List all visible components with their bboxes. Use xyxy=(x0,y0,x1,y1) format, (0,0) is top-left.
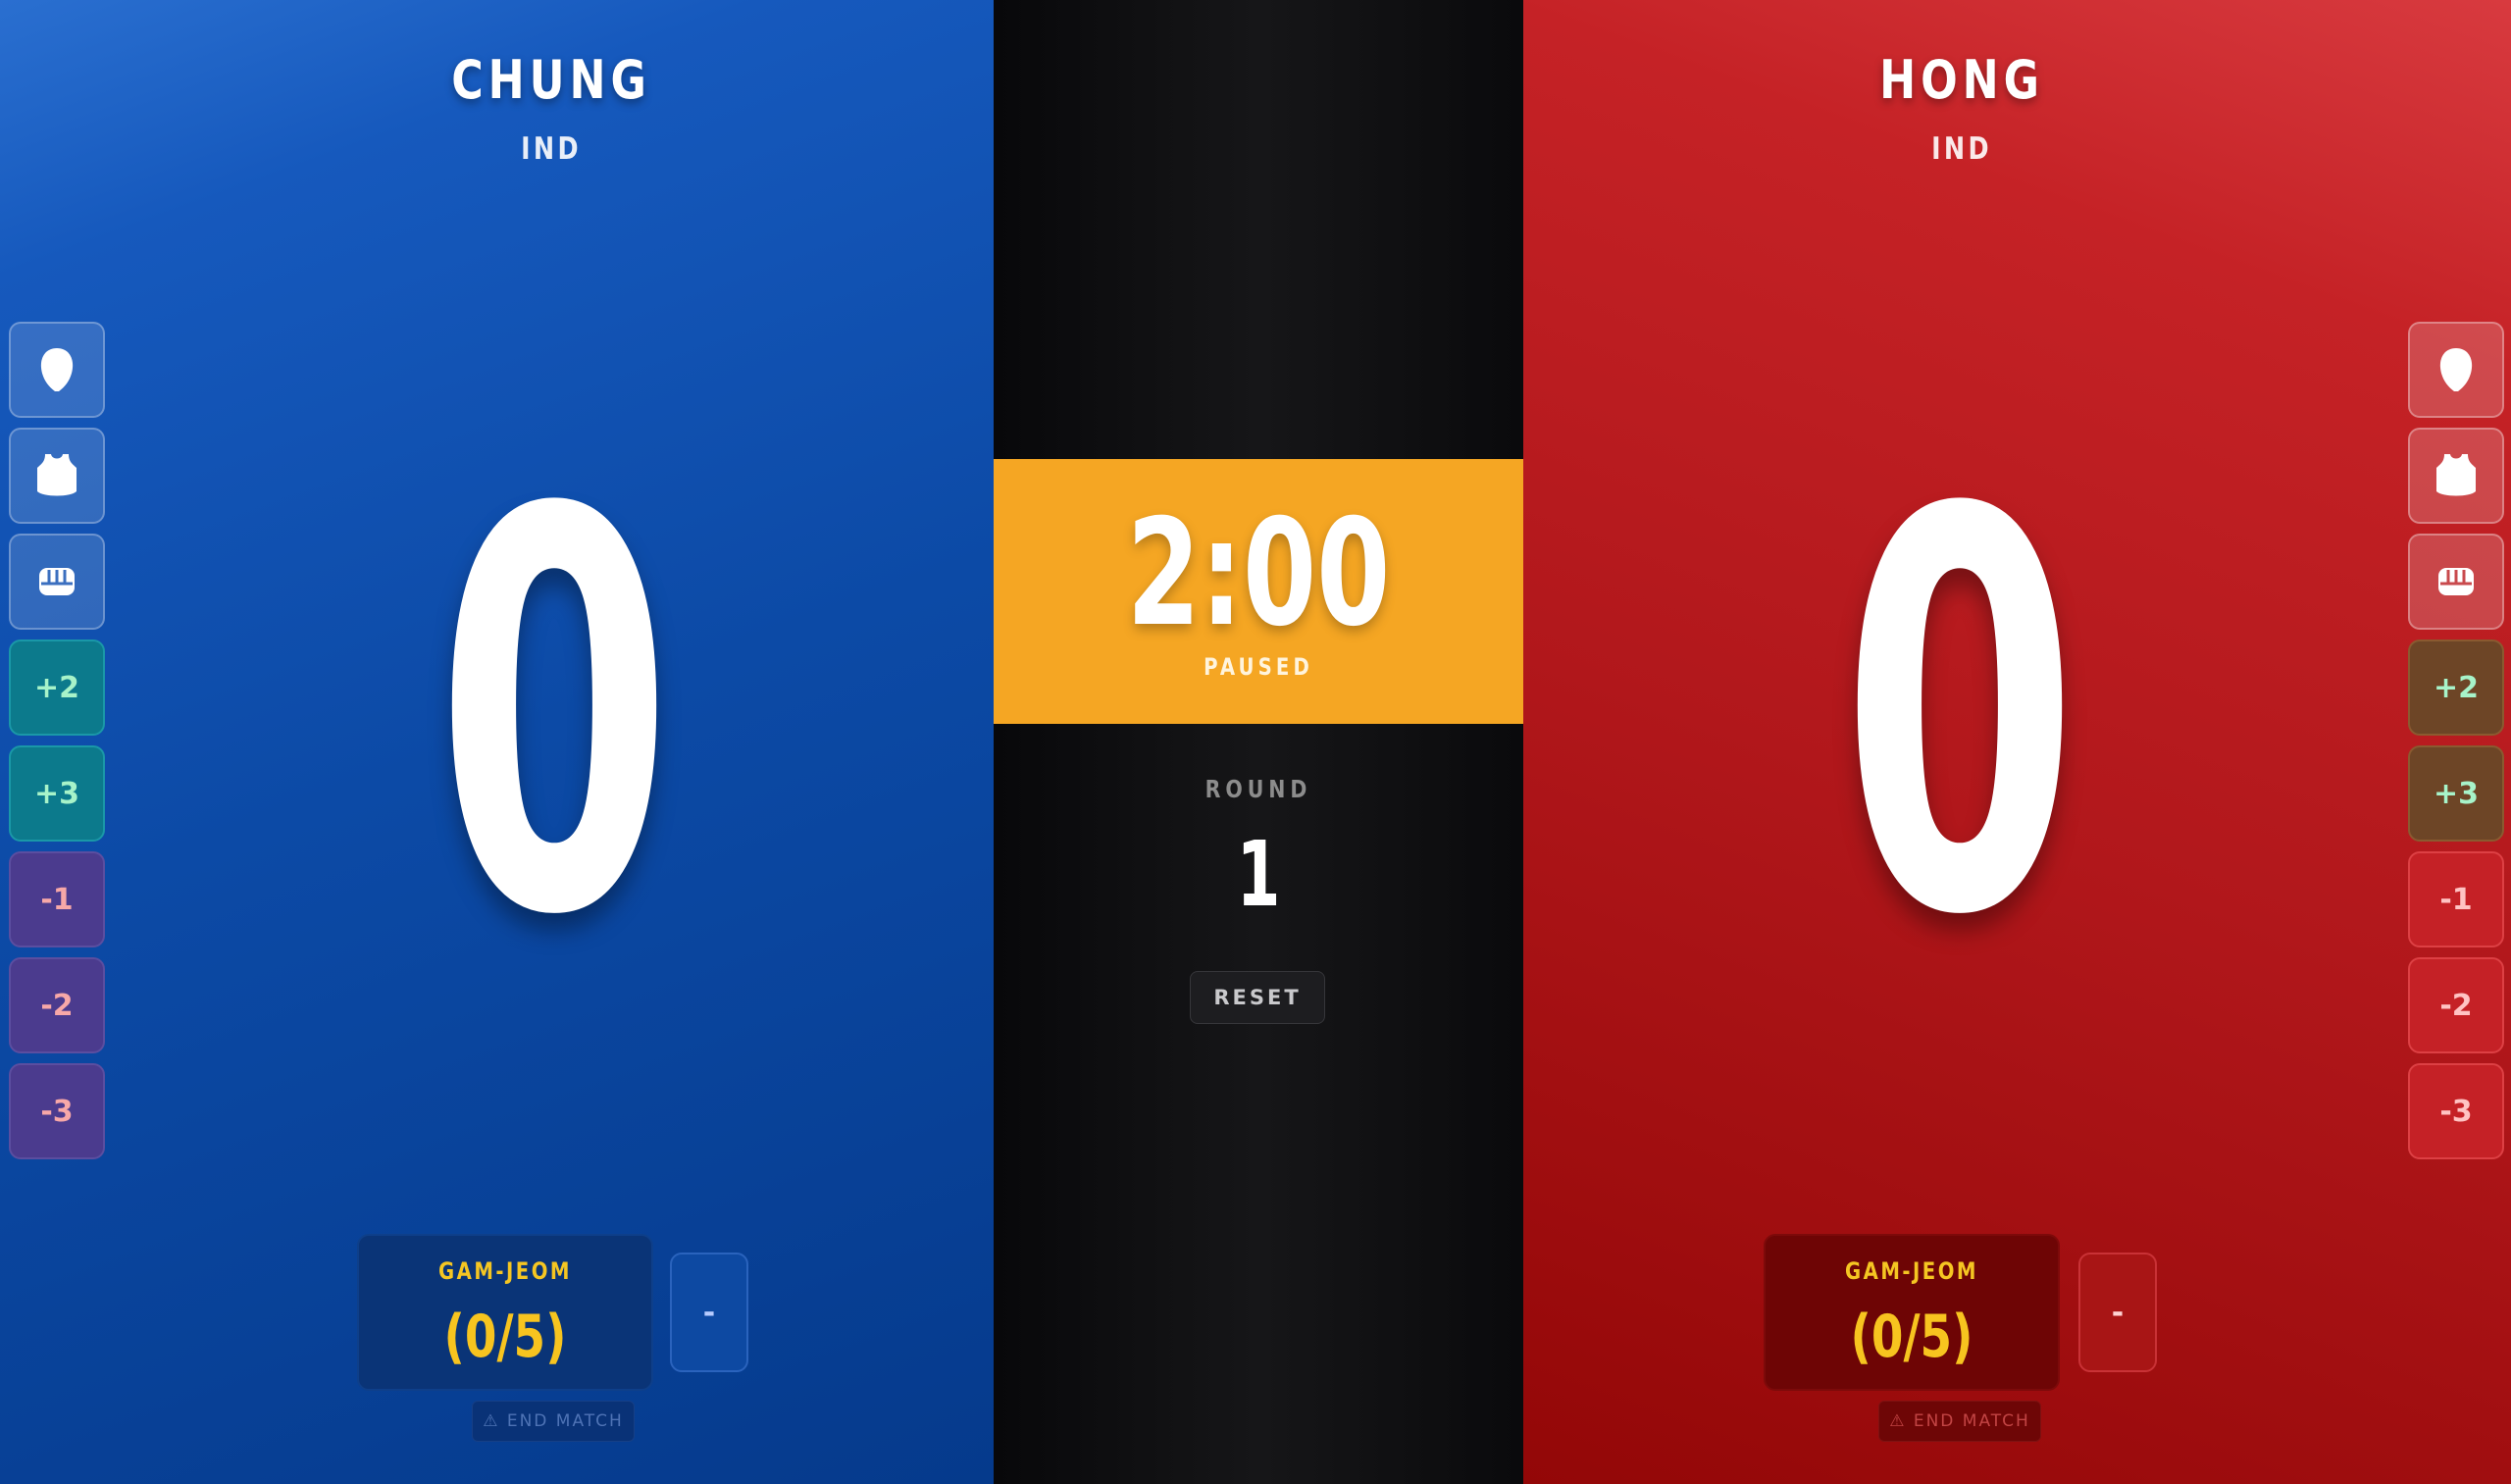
red-minus-2-button[interactable]: -2 xyxy=(2408,957,2504,1053)
red-score: 0 xyxy=(1841,396,2078,1036)
blue-head-kick-button[interactable] xyxy=(9,322,105,418)
punch-icon xyxy=(39,568,75,595)
blue-plus-2-button[interactable]: +2 xyxy=(9,640,105,736)
red-gamjeom-minus-button[interactable]: - xyxy=(2078,1253,2157,1372)
red-plus-2-button[interactable]: +2 xyxy=(2408,640,2504,736)
reset-button[interactable]: RESET xyxy=(1190,971,1325,1024)
red-end-match-button[interactable]: ⚠ END MATCH xyxy=(1878,1401,2041,1442)
red-corner-panel: HONG IND 0 +2 +3 -1 -2 -3 GAM-JEOM (0/5)… xyxy=(1523,0,2511,1484)
red-gamjeom-count: (0/5) xyxy=(1850,1303,1973,1371)
blue-gamjeom-count: (0/5) xyxy=(443,1303,567,1371)
red-plus-3-button[interactable]: +3 xyxy=(2408,745,2504,842)
red-body-kick-button[interactable] xyxy=(2408,428,2504,524)
body-protector-icon xyxy=(37,454,77,496)
blue-gamjeom-label: GAM-JEOM xyxy=(438,1257,572,1285)
blue-gamjeom-minus-button[interactable]: - xyxy=(670,1253,748,1372)
punch-icon xyxy=(2438,568,2474,595)
blue-minus-2-button[interactable]: -2 xyxy=(9,957,105,1053)
blue-technique-buttons: +2 +3 -1 -2 -3 xyxy=(9,322,107,1169)
blue-punch-button[interactable] xyxy=(9,534,105,630)
red-minus-3-button[interactable]: -3 xyxy=(2408,1063,2504,1159)
blue-minus-1-button[interactable]: -1 xyxy=(9,851,105,947)
red-minus-1-button[interactable]: -1 xyxy=(2408,851,2504,947)
head-icon xyxy=(2439,348,2473,391)
round-number: 1 xyxy=(1236,822,1281,927)
red-player-name: HONG xyxy=(1879,49,2044,111)
blue-score: 0 xyxy=(436,396,673,1036)
blue-end-match-button[interactable]: ⚠ END MATCH xyxy=(472,1401,635,1442)
blue-player-name: CHUNG xyxy=(451,49,651,111)
timer-display: 2:00 xyxy=(1126,488,1391,659)
red-punch-button[interactable] xyxy=(2408,534,2504,630)
head-icon xyxy=(40,348,74,391)
body-protector-icon xyxy=(2436,454,2476,496)
match-timer[interactable]: 2:00 PAUSED xyxy=(994,459,1523,724)
red-gamjeom-label: GAM-JEOM xyxy=(1845,1257,1978,1285)
red-player-country: IND xyxy=(1931,131,1992,167)
blue-gamjeom-button[interactable]: GAM-JEOM (0/5) xyxy=(357,1234,653,1391)
red-gamjeom-button[interactable]: GAM-JEOM (0/5) xyxy=(1764,1234,2060,1391)
blue-body-kick-button[interactable] xyxy=(9,428,105,524)
timer-status: PAUSED xyxy=(1204,653,1313,681)
blue-corner-panel: CHUNG IND +2 +3 -1 -2 -3 0 GAM-JEOM (0/5… xyxy=(0,0,994,1484)
red-technique-buttons: +2 +3 -1 -2 -3 xyxy=(2408,322,2506,1169)
round-label: ROUND xyxy=(1204,775,1312,803)
red-head-kick-button[interactable] xyxy=(2408,322,2504,418)
blue-minus-3-button[interactable]: -3 xyxy=(9,1063,105,1159)
blue-plus-3-button[interactable]: +3 xyxy=(9,745,105,842)
blue-player-country: IND xyxy=(521,131,582,167)
center-control-panel: 2:00 PAUSED ROUND 1 RESET xyxy=(994,0,1523,1484)
